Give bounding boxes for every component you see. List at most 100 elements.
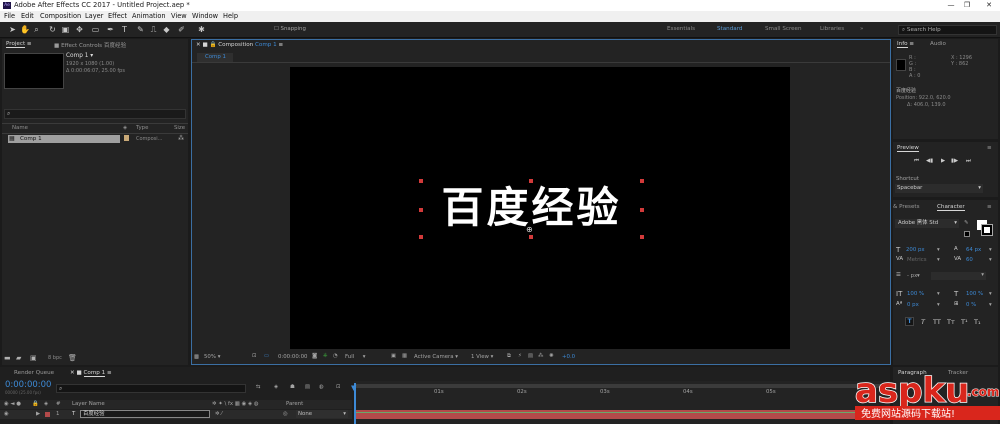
tab-timeline-comp1[interactable]: ✕ ■ Comp 1 ≡ xyxy=(70,370,112,377)
tracking-dropdown-icon[interactable]: ▾ xyxy=(989,257,992,263)
project-row-comp1[interactable]: Comp 1 xyxy=(8,135,120,143)
kerning-value[interactable]: Metrics xyxy=(907,257,927,263)
layer-switches[interactable]: ✲ ⁄ xyxy=(215,411,243,417)
timeline-current-time[interactable]: 0:00:00:00 xyxy=(5,380,51,390)
zoom-select[interactable]: 50% ▾ xyxy=(204,354,220,360)
parent-select[interactable]: None ▾ xyxy=(296,410,348,418)
workspace-libraries[interactable]: Libraries xyxy=(820,26,844,32)
color-management-icon[interactable]: ◔ xyxy=(333,353,338,359)
anchor-point-icon[interactable]: ⊕ xyxy=(526,225,533,234)
project-item-name[interactable]: Comp 1 ▾ xyxy=(66,53,93,59)
font-size-dropdown-icon[interactable]: ▾ xyxy=(937,247,940,253)
workspace-overflow-icon[interactable]: » xyxy=(860,26,863,32)
bounding-handle[interactable] xyxy=(419,208,423,212)
interpret-footage-icon[interactable]: ▬ xyxy=(4,354,11,362)
maximize-icon[interactable]: ❐ xyxy=(960,0,974,11)
panel-menu-icon[interactable]: ≡ xyxy=(987,204,992,210)
pickwhip-icon[interactable]: ◎ xyxy=(283,411,288,417)
view-layout-select[interactable]: 1 View ▾ xyxy=(471,354,493,360)
tab-info[interactable]: Info ≡ xyxy=(897,41,914,48)
rectangle-tool-icon[interactable]: ▭ xyxy=(91,25,100,35)
menu-help[interactable]: Help xyxy=(223,11,238,22)
show-channel-icon[interactable]: ⎈ xyxy=(323,353,327,360)
graph-editor-icon[interactable]: ⊡ xyxy=(336,384,341,390)
workspace-standard[interactable]: Standard xyxy=(717,26,742,32)
tab-character[interactable]: Character xyxy=(937,204,965,211)
transparency-grid-icon[interactable]: ▦ xyxy=(402,353,407,359)
zoom-tool-icon[interactable]: ⌕ xyxy=(32,25,41,35)
comp-mini-flowchart-icon[interactable]: ⇆ xyxy=(256,384,261,390)
menu-composition[interactable]: Composition xyxy=(40,11,81,22)
puppet-pin-tool-icon[interactable]: ✱ xyxy=(197,25,206,35)
tsume-dropdown-icon[interactable]: ▾ xyxy=(989,302,992,308)
previous-frame-icon[interactable]: ◀▮ xyxy=(926,158,933,164)
search-help-input[interactable]: ⌕ Search Help xyxy=(898,25,997,35)
minimize-icon[interactable]: — xyxy=(944,0,958,11)
expand-layer-icon[interactable]: ▶ xyxy=(36,411,40,417)
reset-exposure-icon[interactable]: ✺ xyxy=(549,353,554,359)
flowchart-view-icon[interactable]: ⁂ xyxy=(538,353,543,359)
bounding-handle[interactable] xyxy=(640,208,644,212)
snapping-checkbox[interactable]: ☐ Snapping xyxy=(274,26,306,32)
timeline-icon[interactable]: ▤ xyxy=(528,353,533,359)
brush-tool-icon[interactable]: ✎ xyxy=(136,25,145,35)
comp-subtab[interactable]: Comp 1 xyxy=(197,53,233,62)
type-tool-icon[interactable]: T xyxy=(120,25,129,35)
vertical-scale-value[interactable]: 100 % xyxy=(907,291,924,297)
bounding-handle[interactable] xyxy=(640,235,644,239)
shortcut-select[interactable]: Spacebar ▾ xyxy=(895,184,983,193)
new-folder-icon[interactable]: ▰ xyxy=(16,354,21,362)
safe-zones-icon[interactable]: ⊡ xyxy=(252,353,257,359)
timeline-search-input[interactable]: ⌕ xyxy=(56,384,246,393)
pen-tool-icon[interactable]: ✒ xyxy=(106,25,115,35)
tab-composition[interactable]: ✕ ■ 🔒 Composition Comp 1 ≡ xyxy=(196,42,283,48)
tracking-value[interactable]: 60 xyxy=(966,257,973,263)
eyedropper-icon[interactable]: ✎ xyxy=(964,220,969,226)
column-name[interactable]: Name xyxy=(12,125,28,131)
close-icon[interactable]: ✕ xyxy=(982,0,996,11)
frame-blending-icon[interactable]: ▤ xyxy=(305,384,310,390)
bit-depth-label[interactable]: 8 bpc xyxy=(48,355,62,361)
tab-effect-controls[interactable]: ■ Effect Controls 百度经验 xyxy=(54,41,126,49)
baseline-shift-value[interactable]: 0 px xyxy=(907,302,919,308)
stroke-color-swatch[interactable] xyxy=(981,224,993,236)
eraser-tool-icon[interactable]: ◆ xyxy=(162,25,171,35)
pixel-aspect-icon[interactable]: ⧉ xyxy=(507,353,511,360)
fast-previews-icon[interactable]: ⚡ xyxy=(518,353,522,359)
last-frame-icon[interactable]: ⏭ xyxy=(966,158,971,165)
project-search-input[interactable]: ⌕ xyxy=(4,109,186,119)
leading-dropdown-icon[interactable]: ▾ xyxy=(989,247,992,253)
bounding-handle[interactable] xyxy=(640,179,644,183)
layer-label-color[interactable] xyxy=(45,412,50,417)
menu-layer[interactable]: Layer xyxy=(85,11,103,22)
bounding-handle[interactable] xyxy=(529,179,533,183)
menu-view[interactable]: View xyxy=(171,11,187,22)
subscript-button[interactable]: T₁ xyxy=(974,318,981,326)
stroke-width-value[interactable]: - px xyxy=(907,273,917,279)
superscript-button[interactable]: T¹ xyxy=(961,318,968,326)
current-time-display[interactable]: 0:00:00:00 xyxy=(278,354,307,360)
label-color-swatch[interactable] xyxy=(124,135,129,141)
menu-edit[interactable]: Edit xyxy=(21,11,34,22)
horizontal-scale-dropdown-icon[interactable]: ▾ xyxy=(989,291,992,297)
faux-bold-button[interactable]: T xyxy=(905,317,914,326)
trash-icon[interactable]: 🗑 xyxy=(68,354,77,362)
first-frame-icon[interactable]: ⏮ xyxy=(914,158,919,165)
clone-stamp-tool-icon[interactable]: ⎍ xyxy=(149,25,158,35)
tab-render-queue[interactable]: Render Queue xyxy=(14,370,54,376)
tab-preview[interactable]: Preview xyxy=(897,145,919,152)
baseline-dropdown-icon[interactable]: ▾ xyxy=(937,302,940,308)
stroke-width-dropdown-icon[interactable]: ▾ xyxy=(917,273,920,279)
next-frame-icon[interactable]: ▮▶ xyxy=(951,158,958,164)
always-preview-icon[interactable]: ▩ xyxy=(194,354,199,360)
camera-tool-icon[interactable]: ▣ xyxy=(61,25,70,35)
motion-blur-icon[interactable]: ◍ xyxy=(319,384,324,390)
snapshot-icon[interactable]: ◙ xyxy=(312,353,317,359)
resolution-select[interactable]: Full ▾ xyxy=(345,354,366,360)
layer-row[interactable]: ◉ ▶ 1 T 百度经验 ✲ ⁄ ◎ None ▾ xyxy=(0,410,352,419)
tab-effects-presets[interactable]: & Presets xyxy=(893,204,920,210)
region-of-interest-icon[interactable]: ▣ xyxy=(391,353,396,359)
font-size-value[interactable]: 200 px xyxy=(906,247,925,253)
playhead-handle-icon[interactable]: ▼ xyxy=(351,384,356,392)
parent-header[interactable]: Parent xyxy=(286,401,303,407)
